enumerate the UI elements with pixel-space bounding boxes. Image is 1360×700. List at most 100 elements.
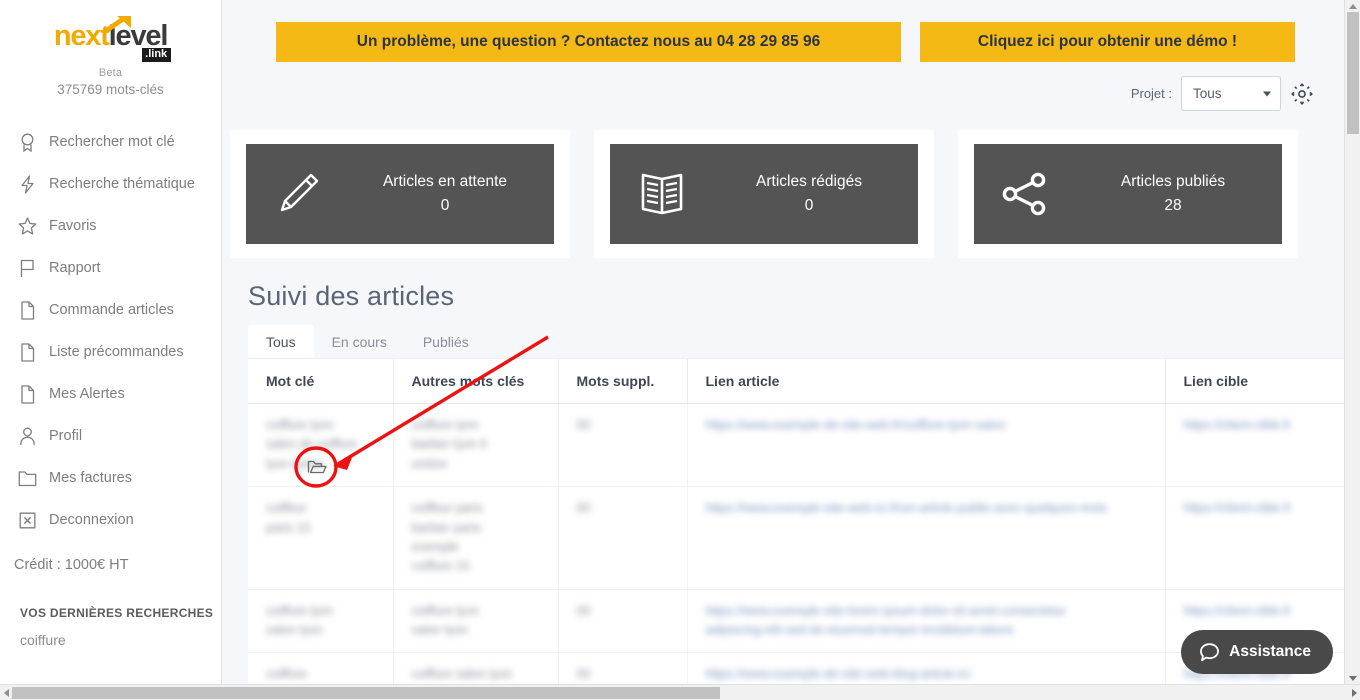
cell-mots-suppl: 00 — [558, 652, 688, 684]
sidebar-item-label: Deconnexion — [49, 512, 134, 528]
sidebar-item-rechercher-mot-cle[interactable]: Rechercher mot clé — [0, 121, 221, 163]
cell-value: https://client-cible.fr — [1183, 603, 1292, 618]
sidebar-item-label: Rechercher mot clé — [49, 134, 175, 150]
cell-lien-article: https://www.exemple-de-site-web.fr/coiff… — [687, 403, 1166, 488]
sidebar-item-mes-alertes[interactable]: Mes Alertes — [0, 373, 221, 415]
sidebar-item-deconnexion[interactable]: Deconnexion — [0, 499, 221, 541]
sidebar-item-label: Recherche thématique — [49, 176, 195, 192]
col-header-mots-suppl[interactable]: Mots suppl. — [558, 359, 688, 404]
assistance-label: Assistance — [1229, 643, 1311, 660]
keyword-count: 375769 mots-clés — [57, 82, 164, 97]
sidebar-item-label: Mes Alertes — [49, 386, 125, 402]
project-select-value: Tous — [1193, 86, 1222, 101]
stat-card-title: Articles en attente — [382, 172, 508, 190]
sidebar-item-rapport[interactable]: Rapport — [0, 247, 221, 289]
triangle-up-icon — [1349, 3, 1357, 9]
scroll-right-button[interactable] — [1348, 685, 1360, 700]
cell-value: https://client-cible.fr — [1183, 501, 1292, 516]
sidebar-item-commande-articles[interactable]: Commande articles — [0, 289, 221, 331]
recent-search-item[interactable]: coiffure — [0, 632, 221, 648]
scroll-down-button[interactable] — [1345, 672, 1360, 684]
sidebar-item-label: Favoris — [49, 218, 97, 234]
cell-autres-mots-cles: coiffure salon lyon — [393, 652, 559, 684]
bolt-icon — [17, 174, 37, 194]
cell-value: coiffure lyon salon lyon — [411, 603, 479, 637]
contact-banner-button[interactable]: Un problème, une question ? Contactez no… — [276, 22, 901, 62]
table-row[interactable]: coiffure lyon salon de coiffure lyon 6eme … — [248, 403, 1344, 488]
tab-tous[interactable]: Tous — [248, 325, 314, 358]
cell-mot-cle: coiffure lyon salon lyon — [248, 589, 394, 654]
recent-searches-title: VOS DERNIÈRES RECHERCHES — [20, 606, 214, 620]
chat-bubble-icon — [1200, 642, 1220, 661]
vertical-scrollbar[interactable] — [1344, 0, 1360, 684]
sidebar-item-recherche-thematique[interactable]: Recherche thématique — [0, 163, 221, 205]
article-tabs: Tous En cours Publiés — [222, 325, 1344, 358]
cell-lien-article: https://www.exemple-de-site-web-blog-art… — [687, 652, 1166, 684]
logo[interactable]: nextlevel .link Beta 375769 mots-clés — [0, 0, 221, 97]
cell-value: https://www.exemple-site-lorem-ipsum-dol… — [705, 603, 1067, 637]
logo-text-next: next — [53, 20, 110, 52]
sidebar-item-label: Profil — [49, 428, 83, 444]
folder-icon — [17, 468, 37, 488]
cell-mots-suppl: 00 — [558, 486, 688, 590]
cell-value: https://www.exemple-de-site-web-blog-art… — [705, 667, 971, 682]
scroll-up-button[interactable] — [1345, 0, 1360, 12]
col-header-lien-article[interactable]: Lien article — [687, 359, 1166, 404]
col-header-lien-cible[interactable]: Lien cible — [1165, 359, 1344, 404]
stat-card-articles-rediges[interactable]: Articles rédigés 0 — [594, 130, 934, 258]
horizontal-scrollbar-thumb[interactable] — [12, 687, 720, 699]
col-header-mot-cle[interactable]: Mot clé — [248, 359, 394, 404]
cell-value: 00 — [576, 603, 591, 618]
cell-autres-mots-cles: coiffure lyon salon lyon — [393, 589, 559, 654]
logo-mark: nextlevel .link — [53, 16, 172, 62]
cell-value: coiffure lyon salon lyon — [266, 603, 334, 637]
top-banners: Un problème, une question ? Contactez no… — [222, 0, 1344, 62]
cell-value: 00 — [576, 501, 591, 516]
sidebar-item-liste-precommandes[interactable]: Liste précommandes — [0, 331, 221, 373]
sidebar-item-label: Rapport — [49, 260, 101, 276]
cell-lien-article: https://www.exemple-site-web-ici.fr/un-a… — [687, 486, 1166, 590]
articles-table: Mot clé Autres mots clés Mots suppl. Lie… — [248, 359, 1344, 684]
sidebar-item-favoris[interactable]: Favoris — [0, 205, 221, 247]
logo-tld: .link — [142, 48, 172, 62]
triangle-left-icon — [3, 689, 9, 697]
pencil-icon — [246, 167, 350, 221]
user-icon — [17, 426, 37, 446]
gear-icon[interactable] — [1290, 82, 1314, 106]
tab-en-cours[interactable]: En cours — [314, 325, 405, 358]
vertical-scrollbar-thumb[interactable] — [1347, 12, 1359, 134]
assistance-button[interactable]: Assistance — [1181, 630, 1333, 674]
demo-banner-button[interactable]: Cliquez ici pour obtenir une démo ! — [920, 22, 1295, 62]
sidebar-nav: Rechercher mot clé Recherche thématique … — [0, 121, 221, 541]
project-label: Projet : — [1130, 86, 1172, 101]
stat-cards: Articles en attente 0 Articles rédigés 0… — [222, 111, 1344, 258]
main-content: Un problème, une question ? Contactez no… — [222, 0, 1344, 684]
table-row[interactable]: coiffuresalon lyon coiffure salon lyon 0… — [248, 652, 1344, 684]
logo-beta-label: Beta — [98, 67, 123, 79]
chevron-down-icon — [1263, 91, 1271, 96]
stat-card-value: 28 — [1164, 197, 1182, 214]
col-header-autres-mots-cles[interactable]: Autres mots clés — [393, 359, 559, 404]
stat-card-articles-publies[interactable]: Articles publiés 28 — [958, 130, 1298, 258]
book-icon — [610, 169, 714, 219]
stat-card-title: Articles rédigés — [756, 172, 862, 190]
table-row[interactable]: coiffeur paris 15 coiffeur paris barbier p… — [248, 486, 1344, 590]
cell-mot-cle: coiffuresalon lyon — [248, 652, 394, 684]
triangle-right-icon — [1351, 689, 1357, 697]
project-select[interactable]: Tous — [1181, 76, 1281, 111]
stat-card-value: 0 — [440, 197, 450, 214]
articles-table-container[interactable]: Mot clé Autres mots clés Mots suppl. Lie… — [248, 358, 1344, 684]
horizontal-scrollbar[interactable] — [0, 684, 1360, 700]
sidebar-item-profil[interactable]: Profil — [0, 415, 221, 457]
sidebar-item-label: Liste précommandes — [49, 344, 184, 360]
cell-lien-article: https://www.exemple-site-lorem-ipsum-dol… — [687, 589, 1166, 654]
table-row[interactable]: coiffure lyon salon lyon coiffure lyon sal… — [248, 589, 1344, 654]
tab-publies[interactable]: Publiés — [405, 325, 487, 358]
stat-card-articles-en-attente[interactable]: Articles en attente 0 — [230, 130, 570, 258]
cell-autres-mots-cles: coiffeur paris barbier paris exemple coiffu… — [393, 486, 559, 590]
cell-mot-cle: coiffeur paris 15 — [248, 486, 394, 590]
scroll-left-button[interactable] — [0, 685, 12, 700]
cell-value: coiffeur paris 15 — [266, 501, 311, 535]
cell-value: 00 — [576, 667, 591, 682]
sidebar-item-mes-factures[interactable]: Mes factures — [0, 457, 221, 499]
